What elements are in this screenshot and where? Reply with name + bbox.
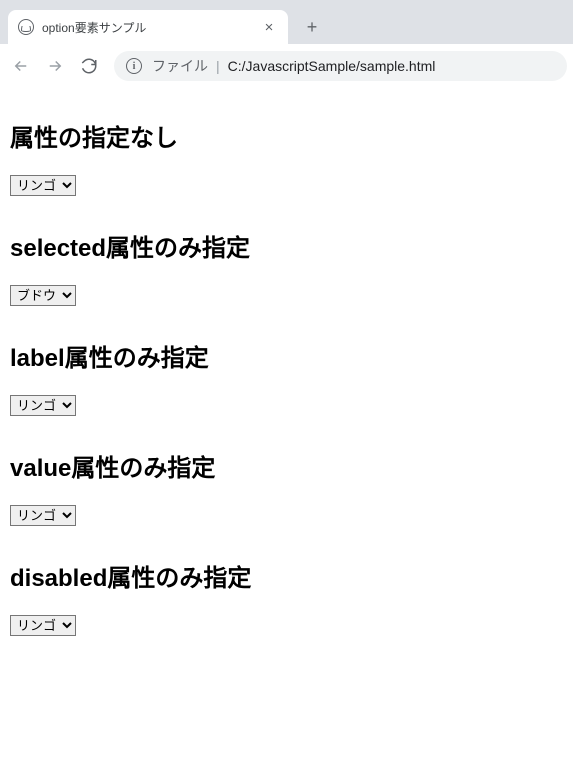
section-heading: disabled属性のみ指定 [10, 558, 563, 593]
info-icon: i [126, 58, 142, 74]
section-heading: selected属性のみ指定 [10, 228, 563, 263]
section-heading: 属性の指定なし [10, 118, 563, 153]
section-heading: label属性のみ指定 [10, 338, 563, 373]
reload-icon [80, 57, 98, 75]
toolbar: i ファイル | C:/JavascriptSample/sample.html [0, 44, 573, 88]
tab-title: option要素サンプル [42, 19, 260, 36]
address-prefix: ファイル [152, 56, 208, 76]
forward-button[interactable] [40, 51, 70, 81]
address-bar[interactable]: i ファイル | C:/JavascriptSample/sample.html [114, 51, 567, 81]
close-icon[interactable]: × [260, 18, 278, 36]
select-no-attr[interactable]: リンゴ [10, 175, 76, 196]
arrow-right-icon [46, 57, 64, 75]
arrow-left-icon [12, 57, 30, 75]
globe-icon [18, 19, 34, 35]
address-path: C:/JavascriptSample/sample.html [228, 58, 436, 74]
section-heading: value属性のみ指定 [10, 448, 563, 483]
new-tab-button[interactable]: + [298, 13, 326, 41]
back-button[interactable] [6, 51, 36, 81]
page-content: 属性の指定なし リンゴ selected属性のみ指定 ブドウ label属性のみ… [0, 88, 573, 664]
tab-bar: option要素サンプル × + [0, 0, 573, 44]
select-disabled-attr[interactable]: リンゴ [10, 615, 76, 636]
browser-chrome: option要素サンプル × + i ファイル | C:/JavascriptS… [0, 0, 573, 88]
browser-tab[interactable]: option要素サンプル × [8, 10, 288, 44]
select-value-attr[interactable]: リンゴ [10, 505, 76, 526]
select-label-attr[interactable]: リンゴ [10, 395, 76, 416]
address-separator: | [216, 58, 220, 74]
reload-button[interactable] [74, 51, 104, 81]
select-selected-attr[interactable]: ブドウ [10, 285, 76, 306]
